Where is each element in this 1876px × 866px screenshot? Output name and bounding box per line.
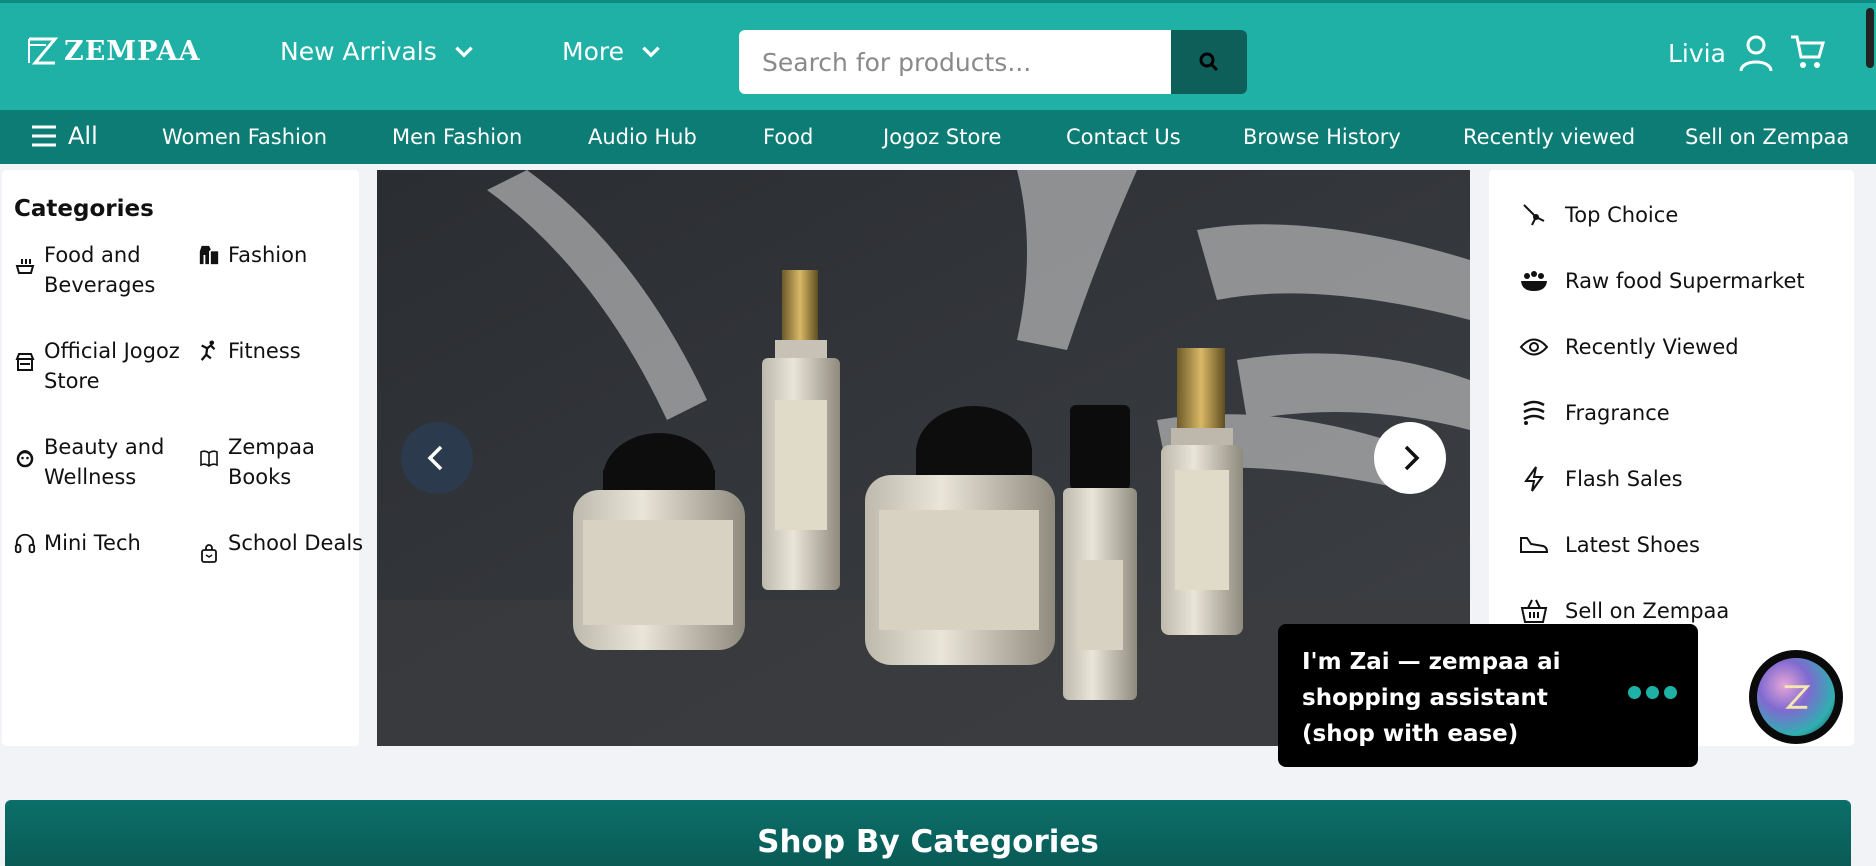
user-icon — [1739, 35, 1773, 72]
user-account[interactable]: Livia — [1668, 33, 1774, 73]
store-icon — [14, 351, 36, 373]
subnav-men-fashion[interactable]: Men Fashion — [392, 125, 522, 149]
all-menu-button[interactable]: All — [30, 122, 98, 150]
quick-link-label: Top Choice — [1565, 203, 1679, 227]
assistant-chat-bubble[interactable]: I'm Zai — zempaa ai shopping assistant (… — [1278, 624, 1698, 767]
brand-name: ZEMPAA — [64, 35, 201, 67]
fragrance-icon — [1519, 398, 1549, 428]
assistant-launcher-button[interactable] — [1749, 650, 1843, 744]
search-button[interactable] — [1171, 30, 1247, 94]
shop-by-categories-section: Shop By Categories — [5, 800, 1851, 866]
quick-link-sell-on-zempaa[interactable]: Sell on Zempaa — [1519, 596, 1729, 626]
cart-icon — [1791, 35, 1825, 68]
cart-button[interactable] — [1789, 33, 1827, 75]
quick-link-latest-shoes[interactable]: Latest Shoes — [1519, 530, 1700, 560]
subnav-women-fashion[interactable]: Women Fashion — [162, 125, 327, 149]
quick-link-fragrance[interactable]: Fragrance — [1519, 398, 1670, 428]
brand-logo[interactable]: ZEMPAA — [26, 35, 200, 67]
nav-more-label: More — [562, 37, 624, 66]
quick-link-flash-sales[interactable]: Flash Sales — [1519, 464, 1683, 494]
nav-new-arrivals[interactable]: New Arrivals — [280, 37, 477, 66]
lightning-icon — [1519, 464, 1549, 494]
quick-link-recently-viewed[interactable]: Recently Viewed — [1519, 332, 1739, 362]
quick-link-label: Recently Viewed — [1565, 335, 1739, 359]
category-label: Mini Tech — [44, 531, 141, 555]
zempaa-logo-icon — [28, 37, 58, 65]
subnav-sell-on-zempaa[interactable]: Sell on Zempaa — [1685, 125, 1849, 149]
user-name: Livia — [1668, 38, 1726, 68]
category-label: Beauty and Wellness — [44, 435, 165, 489]
category-zempaa-books[interactable]: Zempaa Books — [198, 432, 368, 492]
category-beauty-and-wellness[interactable]: Beauty and Wellness — [14, 432, 184, 492]
subnav-audio-hub[interactable]: Audio Hub — [588, 125, 697, 149]
chevron-down-icon — [642, 46, 660, 58]
shoe-icon — [1519, 530, 1549, 560]
subnav-food[interactable]: Food — [763, 125, 813, 149]
subnav-contact-us[interactable]: Contact Us — [1066, 125, 1181, 149]
category-label: Food and Beverages — [44, 243, 156, 297]
category-food-and-beverages[interactable]: Food and Beverages — [14, 240, 184, 300]
category-mini-tech[interactable]: Mini Tech — [14, 528, 184, 558]
nav-new-arrivals-label: New Arrivals — [280, 37, 437, 66]
category-nav: All Women Fashion Men Fashion Audio Hub … — [0, 110, 1876, 164]
search-input[interactable] — [739, 30, 1171, 94]
category-label: Official Jogoz Store — [44, 339, 180, 393]
chevron-left-icon — [427, 445, 443, 471]
all-label: All — [68, 122, 98, 150]
food-icon — [14, 255, 36, 277]
category-label: Zempaa Books — [228, 435, 315, 489]
quick-link-label: Raw food Supermarket — [1565, 269, 1805, 293]
category-fitness[interactable]: Fitness — [198, 336, 368, 366]
search-bar — [739, 30, 1247, 94]
category-label: School Deals — [228, 531, 364, 555]
fitness-icon — [198, 340, 220, 362]
carousel-next-button[interactable] — [1374, 422, 1446, 494]
assistant-message: I'm Zai — zempaa ai shopping assistant (… — [1302, 649, 1561, 747]
fashion-icon — [198, 244, 220, 266]
chevron-right-icon — [1404, 445, 1420, 471]
eye-icon — [1519, 332, 1549, 362]
chevron-down-icon — [455, 46, 473, 58]
category-official-jogoz-store[interactable]: Official Jogoz Store — [14, 336, 184, 396]
bag-icon — [198, 543, 220, 565]
category-label: Fitness — [228, 339, 301, 363]
quick-link-top-choice[interactable]: Top Choice — [1519, 200, 1678, 230]
beauty-icon — [14, 447, 36, 469]
carousel-prev-button[interactable] — [401, 422, 473, 494]
hamburger-icon — [32, 125, 56, 147]
assistant-avatar — [1757, 658, 1835, 736]
top-header: ZEMPAA New Arrivals More Livia — [0, 0, 1876, 110]
zempaa-logo-icon — [1784, 685, 1811, 709]
subnav-browse-history[interactable]: Browse History — [1243, 125, 1401, 149]
basket-icon — [1519, 596, 1549, 626]
quick-link-label: Latest Shoes — [1565, 533, 1700, 557]
top-choice-icon — [1519, 200, 1549, 230]
quick-link-raw-food-supermarket[interactable]: Raw food Supermarket — [1519, 266, 1805, 296]
page-scrollbar[interactable] — [1866, 8, 1874, 68]
section-title: Shop By Categories — [757, 824, 1099, 860]
quick-link-label: Fragrance — [1565, 401, 1670, 425]
headphones-icon — [14, 532, 36, 554]
subnav-recently-viewed[interactable]: Recently viewed — [1463, 125, 1635, 149]
quick-link-label: Sell on Zempaa — [1565, 599, 1730, 623]
book-icon — [198, 447, 220, 469]
category-label: Fashion — [228, 243, 308, 267]
search-icon — [1199, 52, 1219, 72]
categories-panel: Categories Food and Beverages Fashion Of… — [2, 170, 363, 746]
quick-link-label: Flash Sales — [1565, 467, 1683, 491]
categories-title: Categories — [14, 196, 154, 222]
raw-food-icon — [1519, 266, 1549, 296]
category-fashion[interactable]: Fashion — [198, 240, 368, 270]
category-school-deals[interactable]: School Deals — [198, 528, 368, 565]
nav-more[interactable]: More — [562, 37, 664, 66]
subnav-jogoz-store[interactable]: Jogoz Store — [883, 125, 1001, 149]
typing-indicator — [1628, 686, 1677, 699]
